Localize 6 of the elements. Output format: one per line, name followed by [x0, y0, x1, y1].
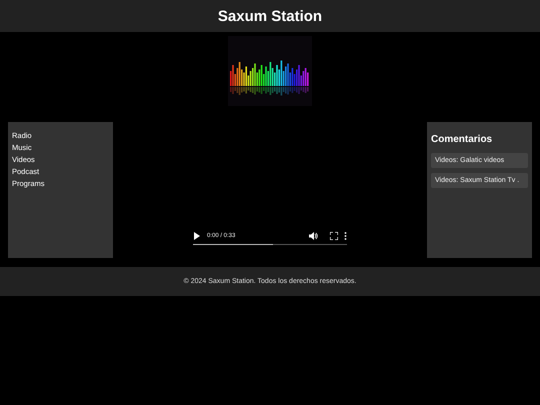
site-title: Saxum Station: [218, 8, 322, 24]
fullscreen-icon[interactable]: [330, 232, 338, 240]
comments-heading: Comentarios: [431, 134, 494, 145]
play-icon[interactable]: [193, 232, 201, 240]
volume-icon[interactable]: [309, 232, 318, 240]
more-options-icon[interactable]: [344, 232, 347, 240]
